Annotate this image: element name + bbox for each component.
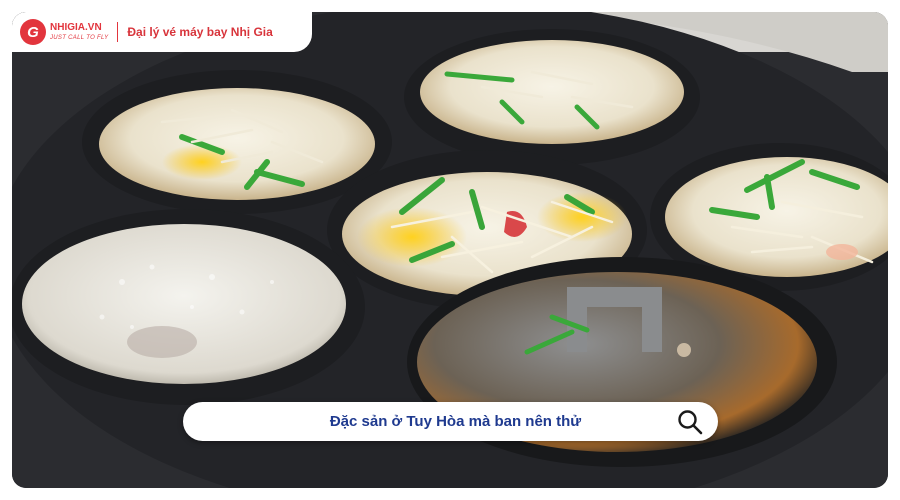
search-button[interactable] [676, 408, 704, 436]
logo-name: NHIGIA.VN [50, 22, 102, 33]
brand-logo[interactable]: G NHIGIA.VN JUST CALL TO FLY [20, 19, 108, 45]
search-bar[interactable]: Đặc sản ở Tuy Hòa mà ban nên thử [183, 402, 718, 441]
brand-title: Đại lý vé máy bay Nhị Gia [127, 25, 273, 39]
search-text: Đặc sản ở Tuy Hòa mà ban nên thử [329, 413, 582, 430]
logo-icon: G [20, 19, 46, 45]
logo-tagline: JUST CALL TO FLY [50, 35, 109, 41]
logo-text: NHIGIA.VN JUST CALL TO FLY [50, 22, 109, 42]
brand-bar: G NHIGIA.VN JUST CALL TO FLY Đại lý vé m… [12, 12, 312, 52]
search-icon [678, 410, 703, 435]
brand-divider [117, 22, 119, 42]
